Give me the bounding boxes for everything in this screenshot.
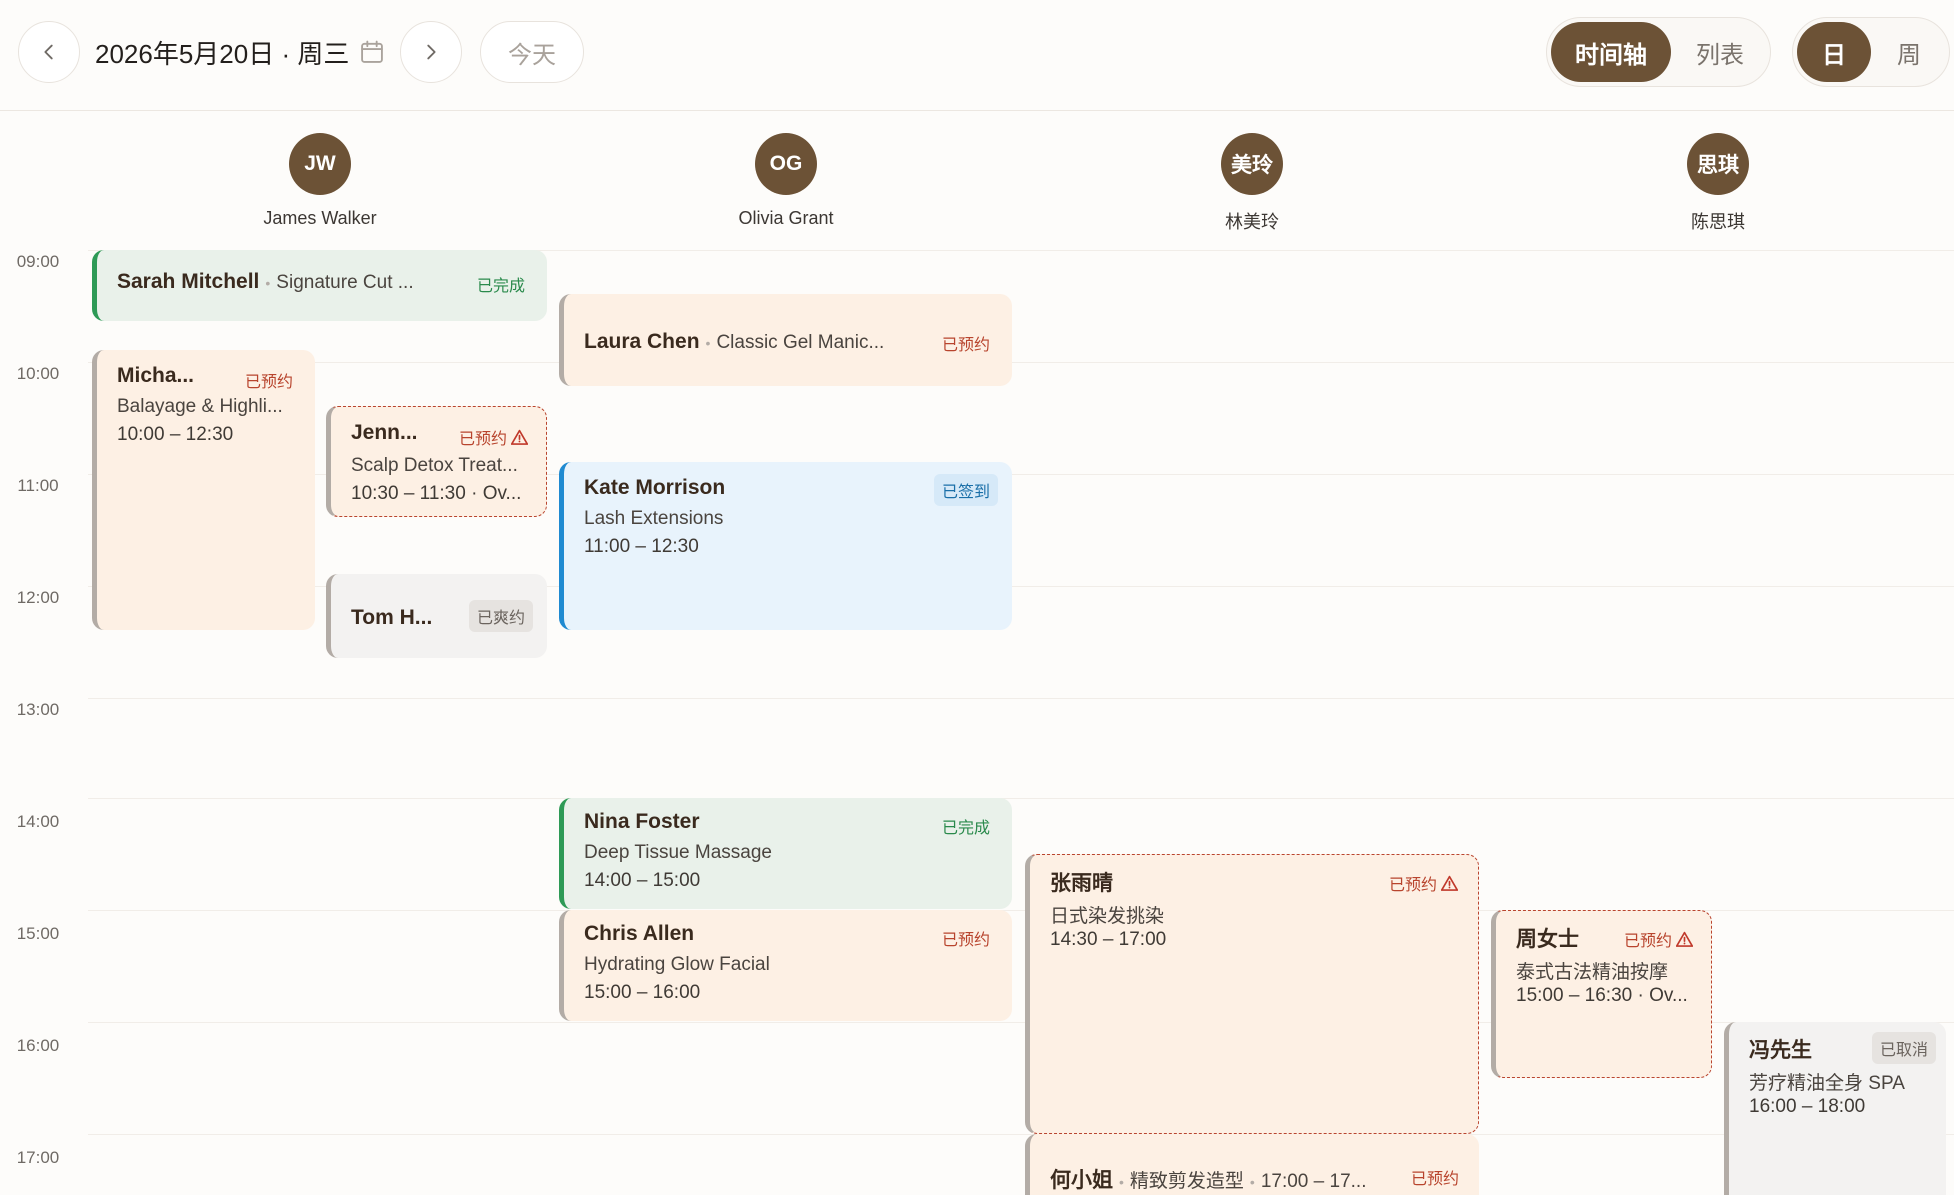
staff-name: 陈思琪 bbox=[1691, 212, 1745, 232]
appointment-time: 15:00 – 16:30 · Ov... bbox=[1516, 985, 1688, 1006]
service-name: Balayage & Highli... bbox=[117, 396, 283, 417]
top-toolbar: 2026年5月20日 · 周三 今天 时间轴 列表 日 周 bbox=[0, 0, 1954, 111]
view-mode-toggle: 时间轴 列表 bbox=[1546, 17, 1771, 87]
status-badge: 已取消 bbox=[1871, 1032, 1936, 1064]
appointment-card[interactable]: 冯先生 已取消 芳疗精油全身 SPA 16:00 – 18:00 bbox=[1724, 1022, 1946, 1195]
prev-day-button[interactable] bbox=[18, 21, 80, 83]
service-name: 芳疗精油全身 SPA bbox=[1749, 1073, 1905, 1094]
appointment-card[interactable]: Nina Foster 已完成 Deep Tissue Massage 14:0… bbox=[559, 798, 1012, 909]
status-badge: 已爽约 bbox=[468, 600, 533, 632]
staff-column-header: 思琪 陈思琪 bbox=[1618, 133, 1818, 234]
hour-label: 12:00 bbox=[16, 588, 60, 607]
service-name: Lash Extensions bbox=[584, 508, 724, 529]
status-badge: 已预约 bbox=[941, 337, 990, 354]
appointment-card[interactable]: Laura Chen • Classic Gel Manic... 已预约 bbox=[559, 294, 1012, 386]
staff-name: Olivia Grant bbox=[738, 208, 834, 228]
range-day-tab[interactable]: 日 bbox=[1797, 22, 1871, 82]
avatar: 思琪 bbox=[1687, 133, 1749, 195]
service-name: Hydrating Glow Facial bbox=[584, 954, 770, 975]
appointment-card[interactable]: Kate Morrison 已签到 Lash Extensions 11:00 … bbox=[559, 462, 1012, 630]
client-name: Laura Chen bbox=[584, 330, 700, 353]
service-name: 精致剪发造型 bbox=[1129, 1171, 1244, 1192]
client-name: Tom H... bbox=[351, 606, 433, 629]
client-name: Nina Foster bbox=[584, 810, 700, 833]
current-date-title: 2026年5月20日 · 周三 bbox=[95, 39, 350, 69]
client-name: Jenn... bbox=[351, 421, 418, 444]
hour-label: 10:00 bbox=[16, 364, 60, 383]
hour-gridline bbox=[88, 798, 1954, 799]
appointment-card[interactable]: 周女士 已预约 泰式古法精油按摩 15:00 – 16:30 · Ov... bbox=[1491, 910, 1712, 1078]
hour-gridline bbox=[88, 1134, 1954, 1135]
client-name: Kate Morrison bbox=[584, 476, 726, 499]
client-name: 冯先生 bbox=[1749, 1039, 1812, 1062]
hour-gridline bbox=[88, 362, 1954, 363]
client-name: 周女士 bbox=[1516, 928, 1579, 951]
range-week-tab[interactable]: 周 bbox=[1873, 22, 1945, 82]
status-badge: 已预约 bbox=[244, 374, 293, 391]
appointment-card[interactable]: 何小姐 • 精致剪发造型 • 17:00 – 17... 已预约 bbox=[1025, 1134, 1479, 1195]
status-badge: 已完成 bbox=[941, 820, 990, 837]
hour-label: 13:00 bbox=[16, 700, 60, 719]
hour-label: 14:00 bbox=[16, 812, 60, 831]
status-badge: 已完成 bbox=[476, 278, 525, 295]
avatar: OG bbox=[755, 133, 817, 195]
appointment-card[interactable]: Jenn... 已预约 Scalp Detox Treat... 10:30 –… bbox=[326, 406, 547, 517]
service-name: 泰式古法精油按摩 bbox=[1516, 962, 1669, 983]
appointment-card[interactable]: Micha... 已预约 Balayage & Highli... 10:00 … bbox=[92, 350, 315, 630]
service-name: Classic Gel Manic... bbox=[716, 332, 885, 353]
status-badge: 已预约 bbox=[451, 421, 536, 453]
view-timeline-tab[interactable]: 时间轴 bbox=[1551, 22, 1671, 82]
status-badge: 已预约 bbox=[1381, 867, 1466, 899]
appointment-time: 14:00 – 15:00 bbox=[584, 870, 701, 891]
range-mode-toggle: 日 周 bbox=[1792, 17, 1950, 87]
chevron-right-icon bbox=[427, 44, 436, 60]
avatar: 美玲 bbox=[1221, 133, 1283, 195]
client-name: Micha... bbox=[117, 364, 195, 387]
hour-label: 17:00 bbox=[16, 1148, 60, 1167]
hour-label: 15:00 bbox=[16, 924, 60, 943]
service-name: Signature Cut ... bbox=[276, 272, 414, 293]
staff-name: James Walker bbox=[263, 208, 377, 228]
appointment-card[interactable]: Chris Allen 已预约 Hydrating Glow Facial 15… bbox=[559, 910, 1012, 1021]
hour-label: 09:00 bbox=[16, 252, 60, 271]
service-name: 日式染发挑染 bbox=[1050, 906, 1165, 927]
staff-column-header: 美玲 林美玲 bbox=[1152, 133, 1352, 234]
appointment-time: 17:00 – 17... bbox=[1260, 1171, 1367, 1192]
view-list-tab[interactable]: 列表 bbox=[1675, 22, 1765, 82]
appointment-time: 11:00 – 12:30 bbox=[584, 536, 699, 557]
status-badge: 已预约 bbox=[1410, 1171, 1459, 1188]
staff-name: 林美玲 bbox=[1225, 212, 1279, 232]
appointment-card[interactable]: Tom H... 已爽约 bbox=[326, 574, 547, 658]
staff-column-header: JW James Walker bbox=[220, 133, 420, 229]
client-name: Chris Allen bbox=[584, 922, 695, 945]
chevron-left-icon bbox=[44, 44, 53, 60]
avatar: JW bbox=[289, 133, 351, 195]
service-name: Deep Tissue Massage bbox=[584, 842, 772, 863]
hour-gridline bbox=[88, 698, 1954, 699]
client-name: Sarah Mitchell bbox=[117, 270, 260, 293]
appointment-card[interactable]: 张雨晴 已预约 日式染发挑染 14:30 – 17:00 bbox=[1025, 854, 1479, 1134]
hour-label: 11:00 bbox=[17, 476, 59, 495]
status-badge: 已预约 bbox=[941, 932, 990, 949]
warning-icon bbox=[1441, 875, 1458, 891]
appointment-time: 10:30 – 11:30 · Ov... bbox=[351, 483, 522, 504]
appointment-time: 15:00 – 16:00 bbox=[584, 982, 701, 1003]
service-name: Scalp Detox Treat... bbox=[351, 455, 518, 476]
client-name: 张雨晴 bbox=[1050, 872, 1113, 895]
appointment-time: 16:00 – 18:00 bbox=[1749, 1096, 1866, 1117]
next-day-button[interactable] bbox=[400, 21, 462, 83]
status-badge: 已签到 bbox=[933, 474, 998, 506]
staff-column-header: OG Olivia Grant bbox=[686, 133, 886, 229]
hour-label: 16:00 bbox=[16, 1036, 60, 1055]
appointment-time: 10:00 – 12:30 bbox=[117, 424, 234, 445]
warning-icon bbox=[511, 429, 528, 445]
warning-icon bbox=[1676, 931, 1693, 947]
client-name: 何小姐 bbox=[1050, 1169, 1113, 1192]
status-badge: 已预约 bbox=[1616, 923, 1701, 955]
appointment-time: 14:30 – 17:00 bbox=[1050, 929, 1167, 950]
appointment-card[interactable]: Sarah Mitchell • Signature Cut ... 已完成 bbox=[92, 250, 547, 321]
today-button[interactable]: 今天 bbox=[480, 21, 584, 83]
calendar-icon[interactable] bbox=[358, 38, 386, 66]
